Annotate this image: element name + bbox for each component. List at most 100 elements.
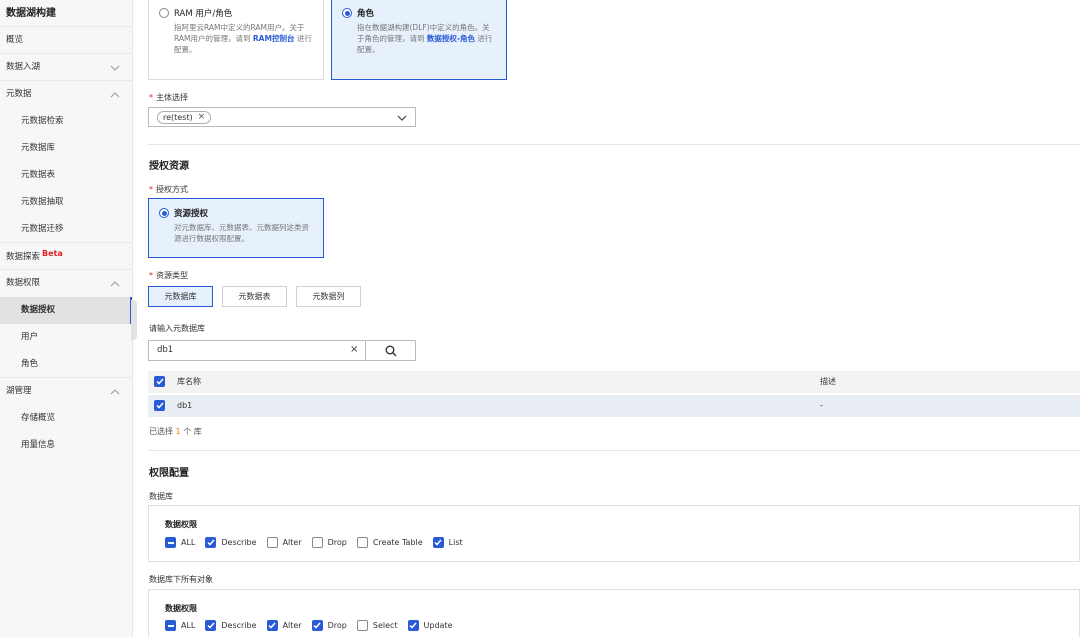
obj-perm-option-select[interactable]: Select: [356, 620, 398, 631]
obj-perm-option-describe[interactable]: Describe: [205, 620, 257, 631]
db-perm-box: 数据权限 ALL Describe Alter Drop Create Table Lis…: [148, 505, 1080, 562]
radio-resource-auth[interactable]: [159, 208, 169, 218]
checkbox[interactable]: [165, 620, 176, 631]
checkbox[interactable]: [311, 620, 323, 631]
auth-method-card-resource[interactable]: 资源授权 对元数据库、元数据表、元数据列这类资源进行数据权限配置。: [148, 198, 324, 258]
checkbox[interactable]: [205, 537, 217, 548]
sidebar-item-data-auth[interactable]: 数据授权: [0, 297, 132, 324]
sidebar-item-data-ingestion[interactable]: 数据入湖: [0, 54, 132, 81]
ram-console-link[interactable]: RAM控制台: [253, 34, 295, 43]
tag-remove-icon[interactable]: ×: [198, 112, 206, 123]
option-label: Drop: [327, 538, 347, 547]
option-label: Create Table: [372, 538, 423, 547]
obj-perm-option-alter[interactable]: Alter: [266, 620, 302, 631]
search-icon: [385, 345, 396, 356]
sidebar-item-data-permission[interactable]: 数据权限: [0, 270, 132, 297]
auth-method-title: 资源授权: [174, 209, 209, 219]
principal-card-ram[interactable]: RAM 用户/角色 指阿里云RAM中定义的RAM用户。关于RAM用户的管理，请到…: [148, 0, 324, 80]
db-perm-option-list[interactable]: List: [432, 537, 463, 548]
radio-ram[interactable]: [159, 8, 169, 18]
row-db-name: db1: [177, 401, 193, 410]
table-header: 库名称 描述: [148, 371, 1080, 393]
divider: [148, 144, 1080, 145]
table-row[interactable]: db1 -: [148, 395, 1080, 417]
search-button[interactable]: [365, 340, 416, 361]
db-perm-options: ALL Describe Alter Drop Create Table List: [165, 537, 473, 548]
resource-type-label: * 资源类型: [149, 271, 188, 280]
checkbox[interactable]: [432, 537, 444, 548]
checkbox[interactable]: [266, 537, 278, 548]
row-checkbox[interactable]: [154, 400, 165, 411]
radio-role[interactable]: [342, 8, 352, 18]
sidebar-item-metadata-migrate[interactable]: 元数据迁移: [0, 216, 132, 243]
auth-method-desc: 对元数据库、元数据表、元数据列这类资源进行数据权限配置。: [174, 223, 309, 243]
obj-perm-option-drop[interactable]: Drop: [311, 620, 347, 631]
sidebar-item-metadata-extract[interactable]: 元数据抽取: [0, 189, 132, 216]
search-label: 请输入元数据库: [149, 324, 205, 333]
db-perm-option-alter[interactable]: Alter: [266, 537, 302, 548]
db-perm-option-describe[interactable]: Describe: [205, 537, 257, 548]
checkbox[interactable]: [311, 537, 323, 548]
resource-type-db[interactable]: 元数据库: [148, 286, 213, 307]
principal-role-title: 角色: [357, 9, 375, 19]
principal-ram-desc: 指阿里云RAM中定义的RAM用户。关于RAM用户的管理，请到 RAM控制台 进行…: [174, 23, 312, 54]
sidebar-item-roles[interactable]: 角色: [0, 351, 132, 378]
option-label: ALL: [181, 538, 196, 547]
option-label: Describe: [221, 621, 257, 630]
sidebar-item-storage-overview[interactable]: 存储概览: [0, 405, 132, 432]
main-content: RAM 用户/角色 指阿里云RAM中定义的RAM用户。关于RAM用户的管理，请到…: [133, 0, 1080, 637]
resource-type-table[interactable]: 元数据表: [222, 286, 287, 307]
clear-icon[interactable]: ×: [350, 344, 358, 355]
db-perm-title: 数据权限: [165, 520, 197, 529]
option-label: Alter: [282, 538, 302, 547]
chevron-up-icon: [108, 270, 122, 297]
checkbox[interactable]: [407, 620, 419, 631]
principal-tag: re(test) ×: [157, 111, 212, 124]
divider: [148, 450, 1080, 451]
db-perm-option-all[interactable]: ALL: [165, 537, 195, 548]
sidebar-item-metadata[interactable]: 元数据: [0, 81, 132, 108]
sidebar-item-lake-mgmt[interactable]: 湖管理: [0, 378, 132, 405]
option-label: Describe: [221, 538, 257, 547]
sidebar-item-overview[interactable]: 概览: [0, 27, 132, 54]
data-auth-role-link[interactable]: 数据授权-角色: [427, 34, 475, 43]
option-label: Update: [423, 621, 453, 630]
sidebar: 数据湖构建 概览 数据入湖 元数据 元数据检索 元数据库 元数据表 元数据抽取 …: [0, 0, 133, 637]
section-auth-resource: 授权资源: [149, 161, 189, 172]
selected-count: 已选择 1 个 库: [149, 427, 202, 436]
principal-select-label: * 主体选择: [149, 93, 188, 102]
obj-perm-option-all[interactable]: ALL: [165, 620, 195, 631]
db-perm-label: 数据库: [149, 492, 173, 501]
sidebar-item-metadata-table[interactable]: 元数据表: [0, 162, 132, 189]
sidebar-item-usage-info[interactable]: 用量信息: [0, 432, 132, 459]
sidebar-title: 数据湖构建: [0, 0, 132, 27]
principal-select[interactable]: re(test) ×: [148, 107, 416, 127]
chevron-down-icon: [397, 115, 407, 121]
sidebar-item-data-explore[interactable]: 数据探索 Beta: [0, 243, 132, 270]
chevron-down-icon: [108, 54, 122, 81]
principal-ram-title: RAM 用户/角色: [174, 9, 233, 19]
option-label: ALL: [181, 621, 196, 630]
obj-perm-option-update[interactable]: Update: [407, 620, 453, 631]
option-label: List: [448, 538, 463, 547]
obj-perm-box: 数据权限 ALL Describe Alter Drop Select Update: [148, 589, 1080, 637]
obj-perm-title: 数据权限: [165, 604, 197, 613]
obj-perm-label: 数据库下所有对象: [149, 575, 213, 584]
checkbox[interactable]: [266, 620, 278, 631]
checkbox[interactable]: [356, 620, 368, 631]
checkbox[interactable]: [356, 537, 368, 548]
sidebar-item-metadata-search[interactable]: 元数据检索: [0, 108, 132, 135]
principal-card-role[interactable]: 角色 指在数据湖构建(DLF)中定义的角色。关于角色的管理，请到 数据授权-角色…: [331, 0, 507, 80]
checkbox[interactable]: [165, 537, 176, 548]
auth-method-label: * 授权方式: [149, 185, 188, 194]
option-label: Alter: [282, 621, 302, 630]
db-search-input[interactable]: db1: [148, 340, 366, 361]
db-perm-option-drop[interactable]: Drop: [311, 537, 347, 548]
checkbox[interactable]: [205, 620, 217, 631]
db-perm-option-create-table[interactable]: Create Table: [356, 537, 423, 548]
sidebar-item-users[interactable]: 用户: [0, 324, 132, 351]
select-all-checkbox[interactable]: [154, 376, 165, 387]
sidebar-item-metadata-db[interactable]: 元数据库: [0, 135, 132, 162]
resource-type-column[interactable]: 元数据列: [296, 286, 361, 307]
row-desc: -: [820, 401, 823, 410]
